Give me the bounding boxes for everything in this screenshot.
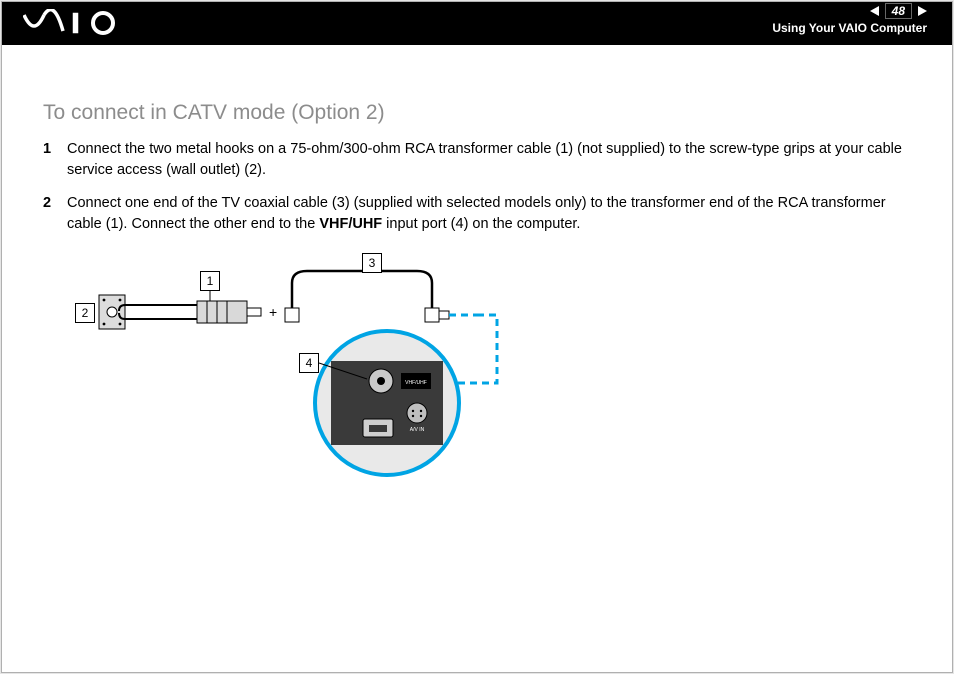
vaio-logo <box>23 9 143 37</box>
port-magnifier-icon: VHF/UHF A/V IN <box>315 331 459 475</box>
step-bold: VHF/UHF <box>319 216 382 232</box>
header-right: 48 Using Your VAIO Computer <box>772 3 927 35</box>
connection-diagram: 1 2 3 4 <box>67 253 537 483</box>
step-item: Connect one end of the TV coaxial cable … <box>43 193 911 235</box>
vhf-label: VHF/UHF <box>405 380 427 386</box>
page-number: 48 <box>885 3 912 19</box>
callout-2: 2 <box>75 303 95 323</box>
header-bar: 48 Using Your VAIO Computer <box>1 1 953 45</box>
section-title: Using Your VAIO Computer <box>772 21 927 35</box>
page-nav: 48 <box>772 3 927 19</box>
transformer-cable-icon: + <box>119 301 277 323</box>
content-area: To connect in CATV mode (Option 2) Conne… <box>1 45 953 483</box>
avin-label: A/V IN <box>410 427 425 433</box>
step-list: Connect the two metal hooks on a 75-ohm/… <box>43 139 911 235</box>
callout-1: 1 <box>200 271 220 291</box>
step-text: Connect the two metal hooks on a 75-ohm/… <box>67 141 902 178</box>
callout-3: 3 <box>362 253 382 273</box>
wall-outlet-icon <box>99 295 125 329</box>
next-page-icon[interactable] <box>918 6 927 16</box>
callout-4: 4 <box>299 353 319 373</box>
coax-cable-icon <box>285 271 449 322</box>
svg-text:+: + <box>269 304 277 320</box>
page: 48 Using Your VAIO Computer To connect i… <box>0 0 954 674</box>
page-heading: To connect in CATV mode (Option 2) <box>43 101 911 125</box>
step-text-tail: input port (4) on the computer. <box>382 216 580 232</box>
step-item: Connect the two metal hooks on a 75-ohm/… <box>43 139 911 181</box>
prev-page-icon[interactable] <box>870 6 879 16</box>
